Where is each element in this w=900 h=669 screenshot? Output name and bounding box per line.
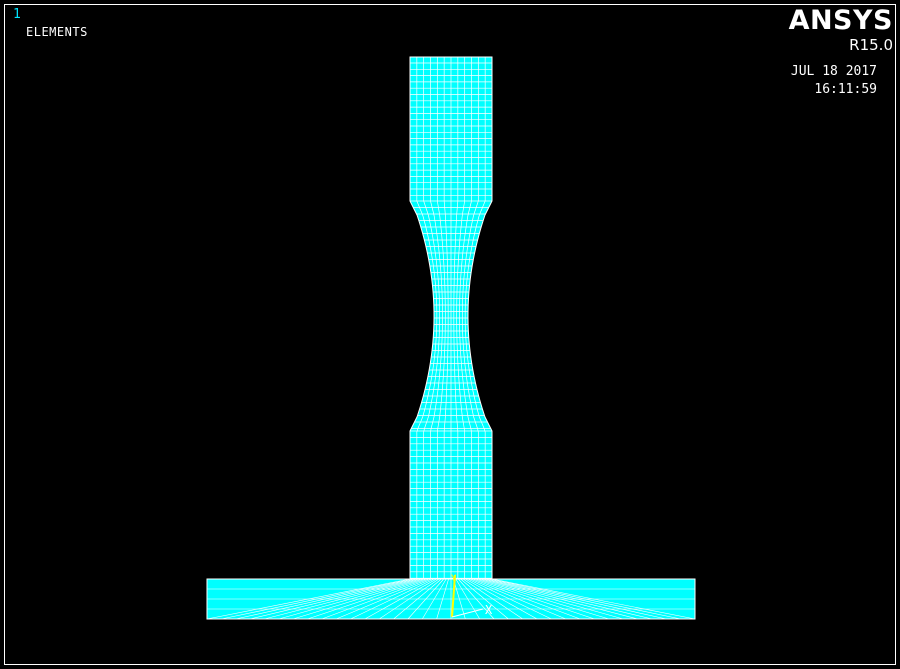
- graphics-viewport[interactable]: 1 ELEMENTS ANSYS R15.0 JUL 18 2017 16:11…: [4, 4, 896, 665]
- tensile-specimen-mesh: [409, 56, 493, 580]
- base-plate-mesh: [206, 578, 696, 620]
- element-mesh-plot[interactable]: X Y: [5, 5, 895, 664]
- triad-y-label: Y: [451, 574, 457, 584]
- triad-x-label: X: [485, 603, 493, 617]
